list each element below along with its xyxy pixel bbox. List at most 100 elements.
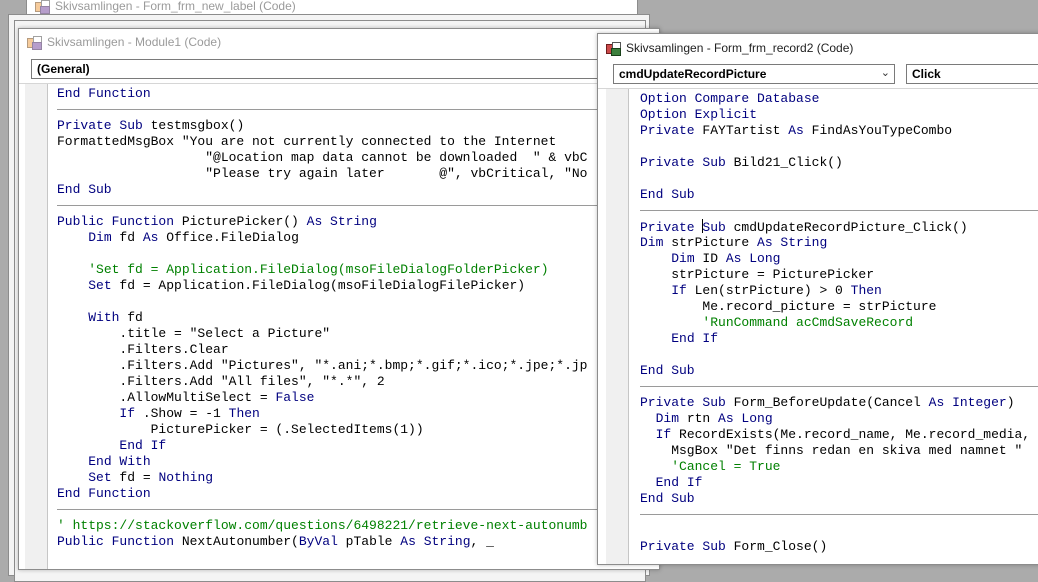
procedure-separator [57, 205, 659, 206]
code-text: Len(strPicture) > 0 [686, 283, 851, 298]
object-dropdown[interactable]: cmdUpdateRecordPicture ⌄ [613, 64, 895, 84]
code-line[interactable]: Private Sub Bild21_Click() [640, 155, 1038, 171]
code-line[interactable]: End If [640, 475, 1038, 491]
code-line[interactable]: .Filters.Add "All files", "*.*", 2 [57, 374, 659, 390]
code-line[interactable] [640, 139, 1038, 155]
code-line[interactable]: Dim rtn As Long [640, 411, 1038, 427]
code-comment: 'Set fd = Application.FileDialog(msoFile… [88, 262, 549, 277]
code-keyword: Dim [88, 230, 112, 245]
code-line[interactable]: Private FAYTartist As FindAsYouTypeCombo [640, 123, 1038, 139]
code-line[interactable]: Private Sub Form_Close() [640, 539, 1038, 555]
code-text: cmdUpdateRecordPicture_Click() [725, 220, 968, 235]
code-line[interactable]: With fd [57, 310, 659, 326]
procedure-separator [640, 386, 1038, 387]
module1-titlebar[interactable]: Skivsamlingen - Module1 (Code) [19, 29, 659, 55]
code-line[interactable]: Dim ID As Long [640, 251, 1038, 267]
code-line[interactable] [57, 246, 659, 262]
code-text: FindAsYouTypeCombo [803, 123, 953, 138]
code-line[interactable]: FormattedMsgBox "You are not currently c… [57, 134, 659, 150]
code-comment: 'Cancel = True [671, 459, 781, 474]
code-line[interactable]: End Sub [640, 187, 1038, 203]
code-comment: 'RunCommand acCmdSaveRecord [702, 315, 914, 330]
code-keyword: As String [306, 214, 377, 229]
code-line[interactable]: Set fd = Application.FileDialog(msoFileD… [57, 278, 659, 294]
code-keyword: Then [850, 283, 882, 298]
code-text: fd [111, 230, 143, 245]
code-line[interactable]: Set fd = Nothing [57, 470, 659, 486]
background-window-titlebar[interactable]: Skivsamlingen - Form_frm_new_label (Code… [27, 0, 637, 15]
code-line[interactable]: End Function [57, 486, 659, 502]
code-line[interactable]: PicturePicker = (.SelectedItems(1)) [57, 422, 659, 438]
code-line[interactable]: Option Compare Database [640, 91, 1038, 107]
code-line[interactable]: End If [640, 331, 1038, 347]
code-line[interactable]: End If [57, 438, 659, 454]
form-record2-title: Skivsamlingen - Form_frm_record2 (Code) [626, 41, 854, 55]
code-line[interactable]: strPicture = PicturePicker [640, 267, 1038, 283]
code-line[interactable]: Private Sub cmdUpdateRecordPicture_Click… [640, 219, 1038, 235]
margin-indicator-bar[interactable] [606, 89, 629, 564]
code-text: PicturePicker = (.SelectedItems(1)) [57, 422, 424, 437]
code-text: pTable [337, 534, 401, 549]
code-keyword: If [671, 283, 687, 298]
code-line[interactable]: Public Function NextAutonumber(ByVal pTa… [57, 534, 659, 550]
code-line[interactable]: .Filters.Add "Pictures", "*.ani;*.bmp;*.… [57, 358, 659, 374]
code-line[interactable]: Option Explicit [640, 107, 1038, 123]
code-line[interactable]: 'RunCommand acCmdSaveRecord [640, 315, 1038, 331]
code-line[interactable]: .title = "Select a Picture" [57, 326, 659, 342]
code-line[interactable]: MsgBox "Det finns redan en skiva med nam… [640, 443, 1038, 459]
code-line[interactable] [57, 294, 659, 310]
code-keyword: Then [228, 406, 260, 421]
code-line[interactable]: .AllowMultiSelect = False [57, 390, 659, 406]
code-line[interactable]: If RecordExists(Me.record_name, Me.recor… [640, 427, 1038, 443]
code-line[interactable]: Dim fd As Office.FileDialog [57, 230, 659, 246]
form-record2-code-area[interactable]: Option Compare Database Option Explicit Pr… [606, 89, 1038, 564]
chevron-down-icon[interactable]: ⌄ [881, 66, 890, 79]
code-keyword: End Sub [640, 491, 695, 506]
code-line[interactable]: .Filters.Clear [57, 342, 659, 358]
code-line[interactable]: End With [57, 454, 659, 470]
code-keyword: Private Sub [640, 539, 726, 554]
code-line[interactable]: Private Sub Form_BeforeUpdate(Cancel As … [640, 395, 1038, 411]
code-text: ID [694, 251, 726, 266]
object-dropdown-value: cmdUpdateRecordPicture [619, 67, 767, 81]
code-line[interactable]: End Sub [57, 182, 659, 198]
form-record2-titlebar[interactable]: Skivsamlingen - Form_frm_record2 (Code) [598, 35, 1038, 61]
code-line[interactable]: "Please try again later @", vbCritical, … [57, 166, 659, 182]
code-line[interactable]: End Sub [640, 363, 1038, 379]
code-line[interactable]: Me.record_picture = strPicture [640, 299, 1038, 315]
form-record2-code-window[interactable]: Skivsamlingen - Form_frm_record2 (Code) … [597, 33, 1038, 565]
code-keyword: If [119, 406, 136, 421]
module1-code-area[interactable]: End Function Private Sub testmsgbox() Form… [25, 84, 659, 569]
object-dropdown[interactable]: (General) [31, 59, 651, 79]
code-line[interactable]: "@Location map data cannot be downloaded… [57, 150, 659, 166]
code-line[interactable] [640, 347, 1038, 363]
code-line[interactable] [640, 523, 1038, 539]
code-line[interactable]: Public Function PicturePicker() As Strin… [57, 214, 659, 230]
margin-indicator-bar[interactable] [25, 84, 48, 569]
code-keyword: Private Sub [57, 118, 143, 133]
procedure-dropdown-value: Click [912, 67, 941, 81]
code-line[interactable]: Dim strPicture As String [640, 235, 1038, 251]
code-line[interactable]: Private Sub testmsgbox() [57, 118, 659, 134]
code-keyword: End If [119, 438, 167, 453]
code-line[interactable]: If Len(strPicture) > 0 Then [640, 283, 1038, 299]
procedure-dropdown[interactable]: Click [906, 64, 1038, 84]
code-keyword: Public Function [57, 214, 175, 229]
code-line[interactable]: End Sub [640, 491, 1038, 507]
module1-code-window[interactable]: Skivsamlingen - Module1 (Code) (General)… [18, 28, 660, 570]
module1-code-text[interactable]: End Function Private Sub testmsgbox() Form… [57, 86, 659, 569]
code-line[interactable]: End Function [57, 86, 659, 102]
code-line[interactable]: If .Show = -1 Then [57, 406, 659, 422]
code-line[interactable]: 'Cancel = True [640, 459, 1038, 475]
code-line[interactable]: ' https://stackoverflow.com/questions/64… [57, 518, 659, 534]
code-keyword: As String [757, 235, 828, 250]
form-record2-code-text[interactable]: Option Compare Database Option Explicit Pr… [640, 91, 1038, 564]
code-line[interactable] [640, 171, 1038, 187]
code-line[interactable]: 'Set fd = Application.FileDialog(msoFile… [57, 262, 659, 278]
code-text: RecordExists(Me.record_name, Me.record_m… [671, 427, 1031, 442]
code-text: strPicture = PicturePicker [640, 267, 875, 282]
code-text: Form_BeforeUpdate(Cancel [725, 395, 929, 410]
